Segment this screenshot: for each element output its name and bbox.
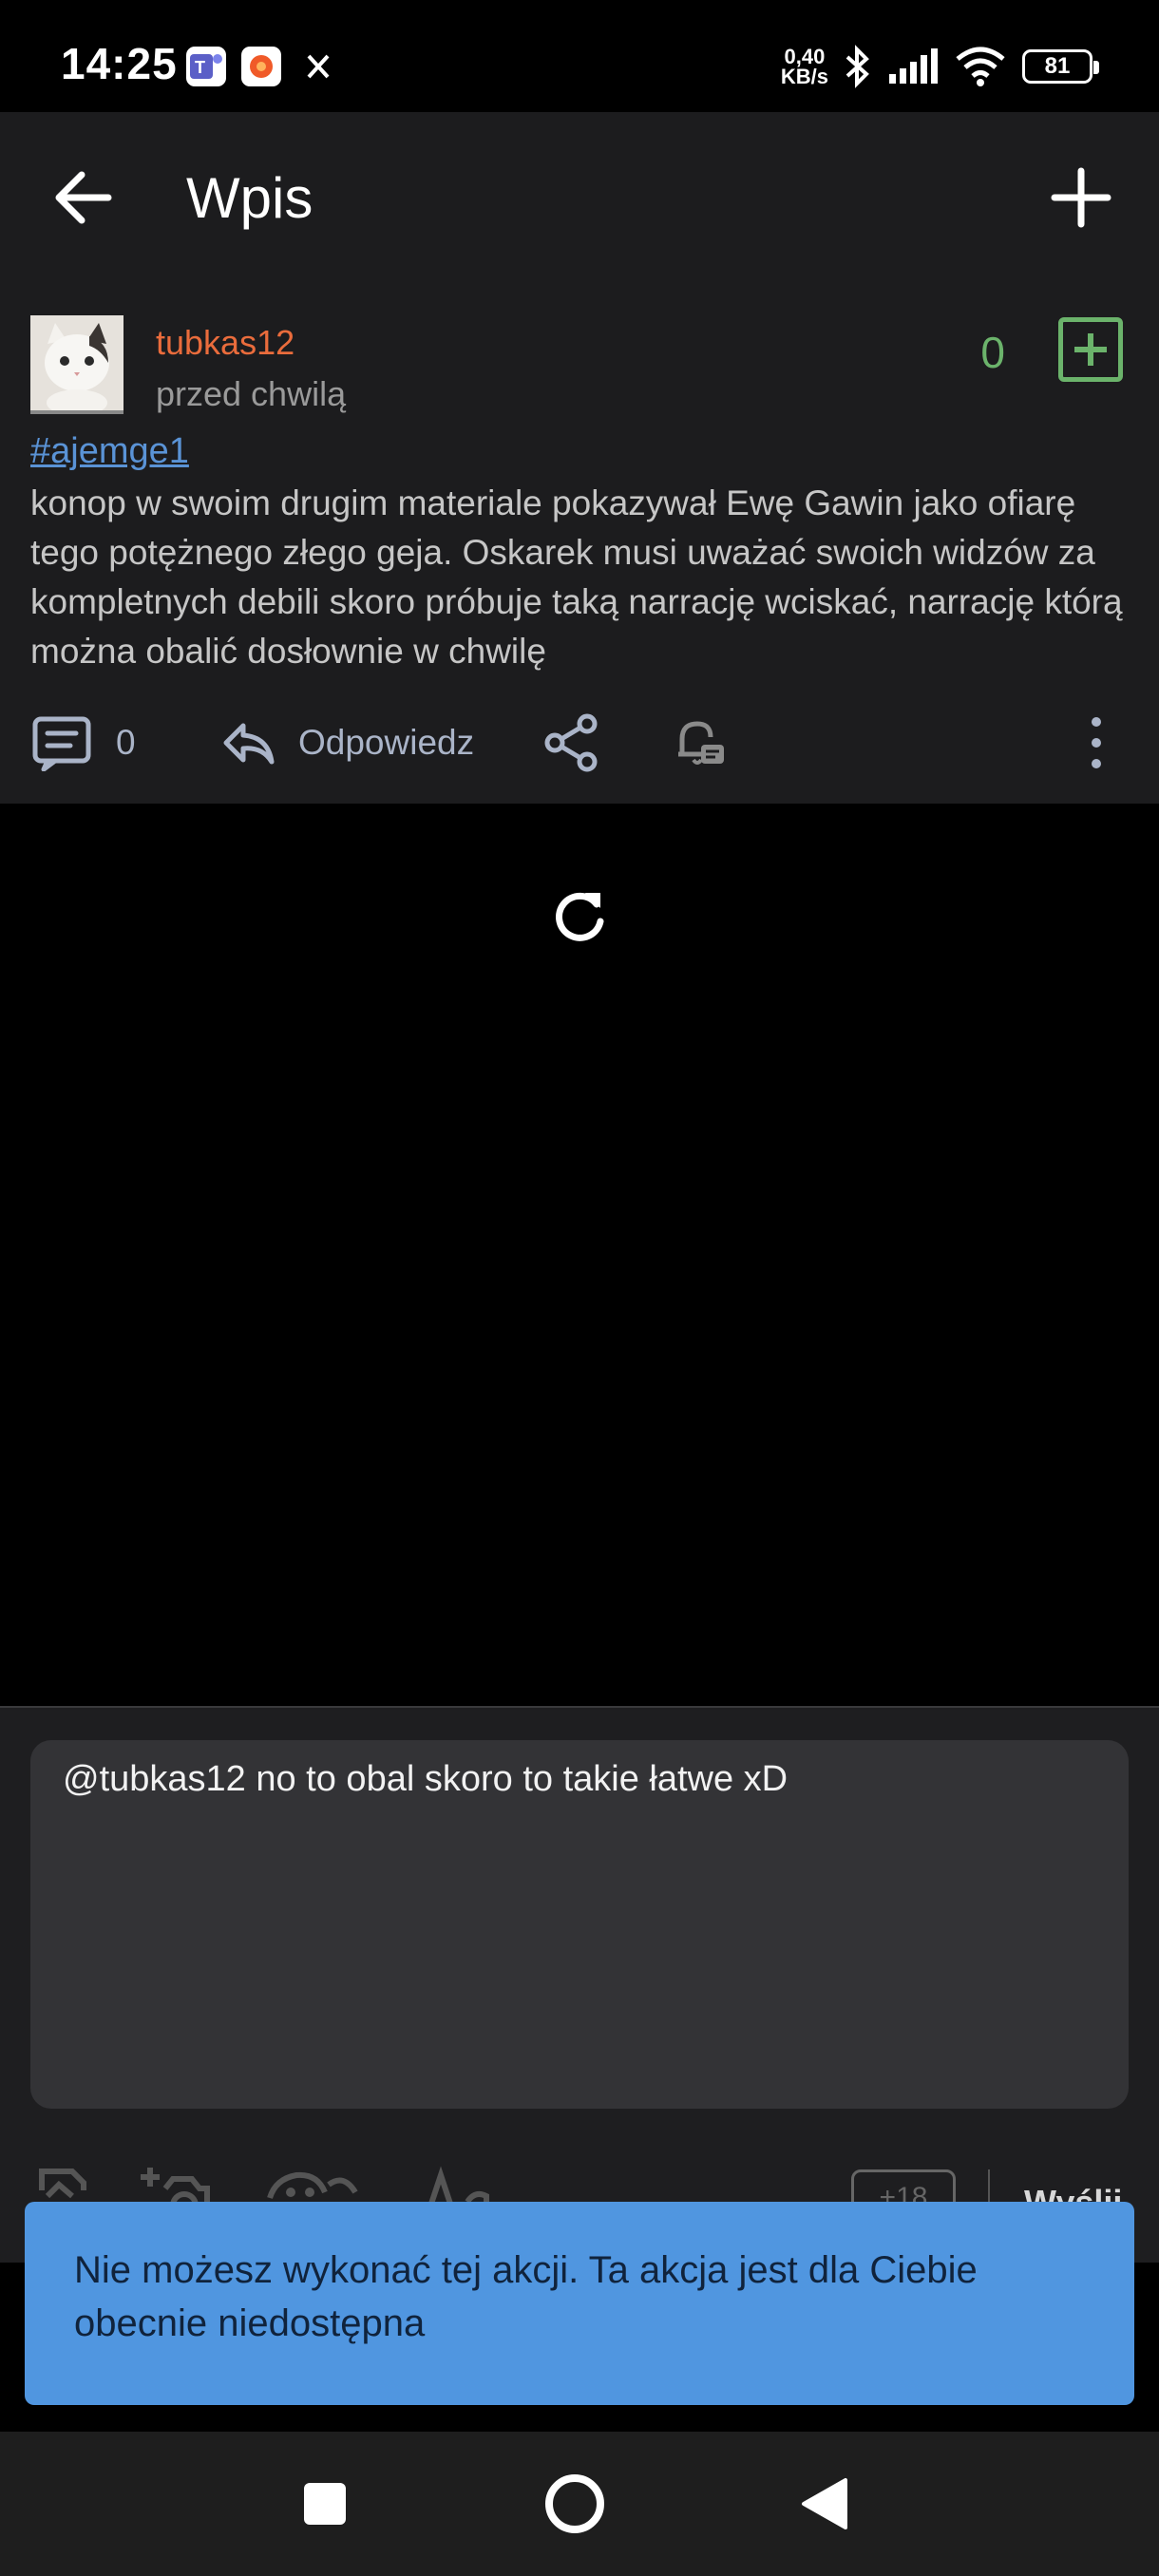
post-card: tubkas12 przed chwilą 0 #ajemge1 konop w… (0, 287, 1159, 804)
network-speed: 0,40 KB/s (780, 45, 828, 88)
svg-text:T: T (195, 58, 205, 77)
more-vertical-icon (1092, 717, 1101, 768)
reply-icon (223, 723, 275, 765)
recents-button[interactable] (285, 2464, 365, 2544)
reply-composer: @tubkas12 no to obal skoro to takie łatw… (0, 1706, 1159, 2263)
signal-icon (889, 48, 938, 84)
comments-button[interactable]: 0 (30, 703, 136, 783)
network-speed-value: 0,40 (784, 45, 826, 68)
more-options-button[interactable] (1079, 703, 1113, 783)
network-speed-unit: KB/s (780, 65, 828, 88)
post-username[interactable]: tubkas12 (156, 323, 294, 363)
post-actions: 0 Odpowiedz (0, 703, 1159, 783)
plus-icon (1051, 167, 1112, 228)
upvote-button[interactable] (1058, 317, 1123, 382)
share-button[interactable] (542, 703, 602, 783)
reply-input[interactable]: @tubkas12 no to obal skoro to takie łatw… (30, 1740, 1129, 2109)
reply-button[interactable]: Odpowiedz (220, 703, 474, 783)
system-nav-bar (0, 2432, 1159, 2576)
post-body: konop w swoim drugim materiale pokazywał… (30, 483, 1123, 671)
comments-count: 0 (116, 723, 136, 762)
vote-count: 0 (980, 328, 1005, 377)
bell-comment-icon (678, 721, 724, 765)
orange-app-icon (241, 47, 281, 86)
triangle-back-icon (802, 2478, 847, 2529)
circle-icon (545, 2474, 604, 2533)
comments-icon (32, 716, 91, 771)
error-toast: Nie możesz wykonać tej akcji. Ta akcja j… (25, 2202, 1134, 2405)
post-time: przed chwilą (156, 374, 347, 413)
refresh-icon[interactable] (549, 885, 610, 946)
battery-indicator: 81 (1022, 49, 1099, 84)
avatar[interactable] (30, 315, 124, 414)
page-title: Wpis (186, 166, 314, 230)
post-tag[interactable]: #ajemge1 (30, 431, 189, 472)
notify-button[interactable] (669, 703, 730, 783)
arrow-left-icon (55, 171, 112, 224)
bluetooth-icon (846, 45, 869, 88)
home-button[interactable] (535, 2464, 615, 2544)
status-indicators: 0,40 KB/s 81 (780, 42, 1099, 91)
app-bar: Wpis (0, 112, 1159, 287)
back-nav-button[interactable] (785, 2464, 864, 2544)
cat-avatar-icon (30, 315, 124, 410)
status-bar: 14:25 T 0,40 KB/s 81 (0, 0, 1159, 112)
status-time: 14:25 (61, 39, 178, 88)
x-icon (298, 47, 338, 86)
add-button[interactable] (1041, 158, 1121, 237)
square-icon (304, 2483, 346, 2525)
back-button[interactable] (49, 160, 125, 236)
reply-label: Odpowiedz (298, 723, 475, 762)
teams-icon: T (186, 47, 226, 86)
wifi-icon (956, 47, 1005, 86)
share-icon (544, 713, 598, 772)
